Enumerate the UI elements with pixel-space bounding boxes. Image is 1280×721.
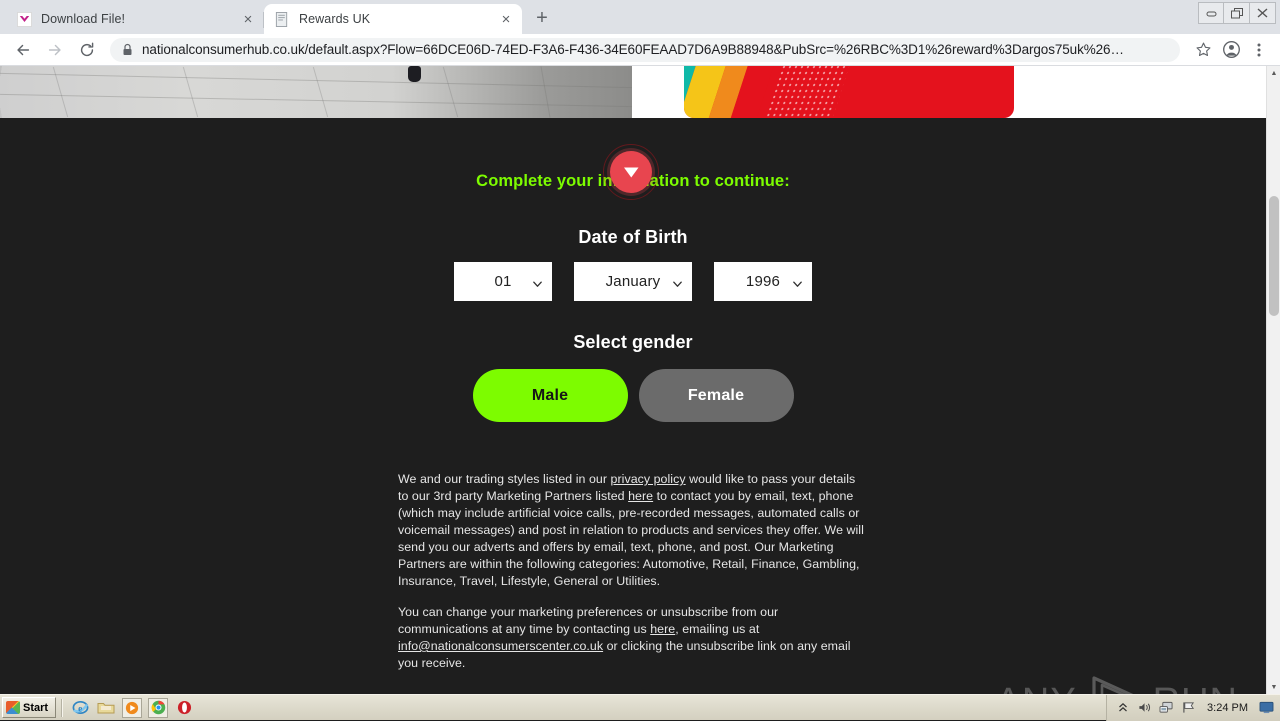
- promo-banner: o o: [684, 66, 1014, 118]
- flag-icon[interactable]: [1181, 700, 1196, 715]
- start-button[interactable]: Start: [2, 697, 57, 718]
- chrome-icon[interactable]: [148, 697, 169, 718]
- window-controls: [1198, 2, 1276, 24]
- system-tray: 3:24 PM: [1106, 694, 1280, 721]
- quick-launch-separator: [61, 698, 63, 717]
- form-content: Complete your information to continue: D…: [0, 118, 1266, 694]
- show-hidden-icons-icon[interactable]: [1115, 700, 1130, 715]
- page-scrollbar[interactable]: ▲ ▼: [1266, 66, 1280, 694]
- svg-text:e: e: [78, 704, 82, 714]
- windows-flag-icon: [6, 701, 20, 714]
- scroll-up-arrow[interactable]: ▲: [1267, 66, 1280, 80]
- browser-window: Download File! × Rewards UK × + national…: [0, 0, 1280, 694]
- tab-title: Download File!: [41, 12, 126, 26]
- year-value: 1996: [745, 273, 781, 290]
- tab-close-button[interactable]: ×: [498, 11, 514, 27]
- back-button[interactable]: [8, 35, 38, 65]
- minimize-button[interactable]: [1198, 2, 1224, 24]
- chevron-down-icon: [672, 276, 683, 287]
- legal-paragraph-2: You can change your marketing preference…: [398, 604, 868, 672]
- legal-text: , emailing us at: [675, 622, 760, 636]
- month-select[interactable]: January: [574, 262, 692, 301]
- privacy-policy-link[interactable]: privacy policy: [611, 472, 686, 486]
- three-dot-menu-icon[interactable]: [1246, 37, 1272, 63]
- gender-option-female[interactable]: Female: [638, 369, 794, 422]
- down-arrow-circle-icon[interactable]: [603, 144, 659, 200]
- new-tab-button[interactable]: +: [528, 4, 556, 32]
- profile-avatar-icon[interactable]: [1218, 37, 1244, 63]
- contact-here-link[interactable]: here: [650, 622, 675, 636]
- hero-strip: o o: [0, 66, 1266, 118]
- network-icon[interactable]: [1159, 700, 1174, 715]
- browser-tab-download-file[interactable]: Download File! ×: [6, 4, 264, 34]
- browser-tab-rewards-uk[interactable]: Rewards UK ×: [264, 4, 522, 34]
- day-value: 01: [494, 273, 512, 290]
- day-select[interactable]: 01: [454, 262, 552, 301]
- page-body: Complete your information to continue: D…: [0, 118, 1266, 694]
- tab-title: Rewards UK: [299, 12, 371, 26]
- folder-icon[interactable]: [96, 698, 116, 718]
- forward-button[interactable]: [40, 35, 70, 65]
- email-link[interactable]: info@nationalconsumerscenter.co.uk: [398, 639, 603, 653]
- legal-text: to contact you by email, text, phone (wh…: [398, 489, 864, 588]
- download-chevron-icon: [16, 11, 32, 27]
- address-bar[interactable]: nationalconsumerhub.co.uk/default.aspx?F…: [110, 37, 1180, 62]
- select-gender-label: Select gender: [573, 332, 693, 352]
- clock[interactable]: 3:24 PM: [1203, 702, 1252, 714]
- month-value: January: [605, 273, 661, 290]
- tab-strip: Download File! × Rewards UK × +: [0, 0, 1280, 34]
- gender-row: Male Female: [0, 369, 1266, 422]
- close-button[interactable]: [1250, 2, 1276, 24]
- year-select[interactable]: 1996: [714, 262, 812, 301]
- banner-dot-pattern: [764, 66, 864, 118]
- scroll-down-arrow[interactable]: ▼: [1267, 680, 1280, 694]
- show-desktop-icon[interactable]: [1259, 700, 1274, 715]
- lock-icon: [122, 43, 133, 56]
- scrollbar-thumb[interactable]: [1269, 196, 1279, 316]
- opera-icon[interactable]: [174, 698, 194, 718]
- star-icon[interactable]: [1190, 37, 1216, 63]
- chevron-down-icon: [532, 276, 543, 287]
- url-text: nationalconsumerhub.co.uk/default.aspx?F…: [142, 42, 1124, 57]
- tab-close-button[interactable]: ×: [240, 11, 256, 27]
- shoe-in-photo: [408, 66, 421, 82]
- sidewalk-photo: [0, 66, 632, 118]
- chevron-down-icon: [792, 276, 803, 287]
- date-of-birth-row: 01 January 1996: [0, 262, 1266, 301]
- legal-text: We and our trading styles listed in our: [398, 472, 611, 486]
- taskbar: Start e 3:24 PM: [0, 694, 1280, 721]
- marketing-partners-link[interactable]: here: [628, 489, 653, 503]
- gender-option-male[interactable]: Male: [472, 369, 628, 422]
- browser-toolbar: nationalconsumerhub.co.uk/default.aspx?F…: [0, 34, 1280, 66]
- document-icon: [274, 11, 290, 27]
- legal-disclaimer: We and our trading styles listed in our …: [398, 471, 868, 672]
- reload-button[interactable]: [72, 35, 102, 65]
- page-viewport: o o Complete your information to continu…: [0, 66, 1280, 694]
- internet-explorer-icon[interactable]: e: [70, 698, 90, 718]
- restore-button[interactable]: [1224, 2, 1250, 24]
- date-of-birth-label: Date of Birth: [578, 227, 688, 247]
- media-player-icon[interactable]: [122, 697, 143, 718]
- volume-icon[interactable]: [1137, 700, 1152, 715]
- legal-paragraph-1: We and our trading styles listed in our …: [398, 471, 868, 590]
- start-label: Start: [23, 701, 49, 714]
